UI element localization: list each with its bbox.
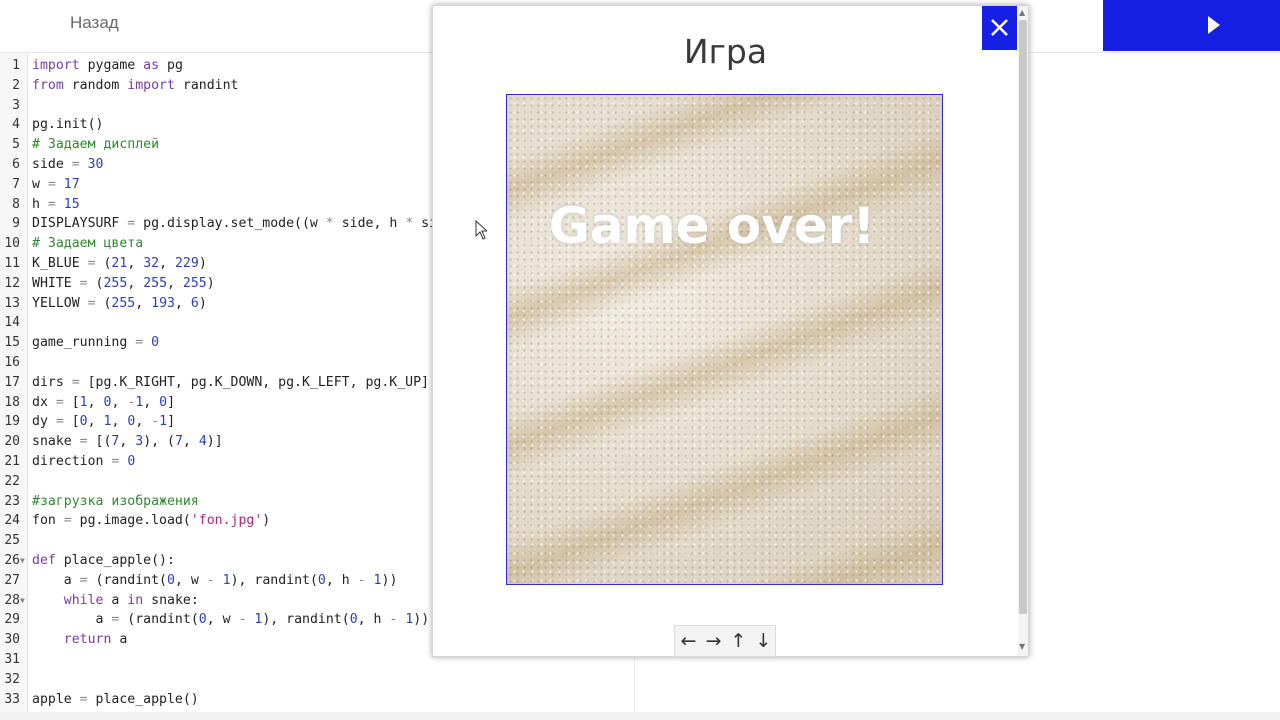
line-number: 5 [12, 137, 20, 153]
code-text: snake = [(7, 3), (7, 4)] [32, 434, 223, 450]
code-text: h = 15 [32, 196, 80, 212]
code-text: WHITE = (255, 255, 255) [32, 275, 215, 291]
line-number: 31 [4, 652, 20, 667]
code-text: game_running = 0 [32, 335, 160, 351]
line-number: 26 [4, 553, 20, 568]
code-text: DISPLAYSURF = pg.display.set_mode((w * s… [32, 216, 453, 232]
line-number: 1 [12, 58, 20, 73]
fold-arrow-icon[interactable]: ▼ [20, 591, 25, 611]
line-number: 27 [4, 572, 20, 588]
code-text: return a [63, 632, 128, 648]
game-window: Игра ▲ ▼ Game over! ← → ↑ ↓ [432, 5, 1029, 657]
line-number: 18 [4, 394, 20, 410]
line-number: 13 [4, 295, 20, 311]
code-text: apple = place_apple() [32, 691, 199, 707]
scrollbar-thumb[interactable] [1019, 20, 1027, 614]
game-over-text: Game over! [548, 197, 876, 255]
close-button[interactable] [982, 6, 1017, 50]
code-text: YELLOW = (255, 193, 6) [32, 295, 207, 311]
line-number: 3 [12, 97, 20, 113]
arrow-controls: ← → ↑ ↓ [674, 625, 776, 657]
code-line[interactable]: 32 [0, 670, 634, 690]
line-number: 32 [4, 671, 20, 687]
arrow-up-button[interactable]: ↑ [727, 629, 750, 653]
scroll-up-icon[interactable]: ▲ [1019, 8, 1025, 17]
line-number: 15 [4, 335, 20, 351]
line-number: 21 [4, 454, 20, 469]
game-window-scrollbar[interactable]: ▲ ▼ [1018, 6, 1028, 656]
code-text: w = 17 [32, 176, 80, 192]
code-text: from random import randint [32, 77, 239, 93]
line-number: 12 [4, 275, 20, 291]
fold-arrow-icon[interactable]: ▼ [20, 551, 25, 571]
code-text: dx = [1, 0, -1, 0] [32, 394, 176, 410]
line-number: 8 [12, 196, 20, 212]
code-text: dy = [0, 1, 0, -1] [32, 414, 176, 430]
game-window-title: Игра [683, 32, 768, 71]
code-text: direction = 0 [32, 454, 136, 469]
line-number: 30 [4, 632, 20, 648]
line-number: 14 [4, 315, 20, 331]
scroll-down-icon[interactable]: ▼ [1019, 642, 1025, 651]
code-text: #загрузка изображения [32, 493, 199, 509]
code-text: # Задаем дисплей [32, 137, 160, 153]
horizontal-scrollbar[interactable] [0, 712, 1280, 720]
code-text: import pygame as pg [32, 58, 183, 73]
code-text: while a in snake: [63, 592, 199, 608]
line-number: 9 [12, 216, 20, 232]
code-text: dirs = [pg.K_RIGHT, pg.K_DOWN, pg.K_LEFT… [32, 374, 429, 390]
line-number: 19 [4, 414, 20, 430]
line-number: 2 [12, 77, 20, 93]
line-number: 25 [4, 533, 20, 549]
code-text: side = 30 [32, 157, 104, 172]
line-number: 17 [4, 374, 20, 390]
back-button[interactable]: Назад [70, 13, 119, 33]
code-text: K_BLUE = (21, 32, 229) [32, 256, 207, 271]
arrow-down-button[interactable]: ↓ [752, 629, 775, 653]
code-text: fon = pg.image.load('fon.jpg') [32, 513, 271, 529]
line-number: 33 [4, 691, 20, 707]
arrow-left-button[interactable]: ← [677, 629, 700, 653]
line-number: 24 [4, 513, 20, 529]
line-number: 29 [4, 612, 20, 628]
game-canvas[interactable]: Game over! [506, 94, 943, 585]
line-number: 6 [12, 157, 20, 172]
code-text: a = (randint(0, w - 1), randint(0, h - 1… [32, 612, 430, 628]
sand-background [507, 95, 942, 584]
play-icon [1208, 16, 1220, 34]
line-number: 7 [12, 176, 20, 192]
arrow-right-button[interactable]: → [702, 629, 725, 653]
line-number: 23 [4, 493, 20, 509]
code-text: def place_apple(): [32, 553, 175, 568]
line-number: 16 [4, 355, 20, 370]
code-line[interactable]: 33 apple = place_apple() [0, 690, 634, 710]
line-number: 28 [4, 592, 20, 608]
run-button[interactable] [1103, 0, 1280, 51]
line-number: 20 [4, 434, 20, 450]
code-text: pg.init() [32, 117, 104, 133]
line-number: 4 [12, 117, 20, 133]
line-number: 11 [4, 256, 20, 271]
mouse-cursor-icon [475, 220, 487, 240]
line-number: 10 [4, 236, 20, 252]
code-text: a = (randint(0, w - 1), randint(0, h - 1… [32, 572, 398, 588]
close-icon [991, 19, 1008, 36]
code-text: # Задаем цвета [32, 236, 144, 252]
line-number: 22 [4, 473, 20, 489]
